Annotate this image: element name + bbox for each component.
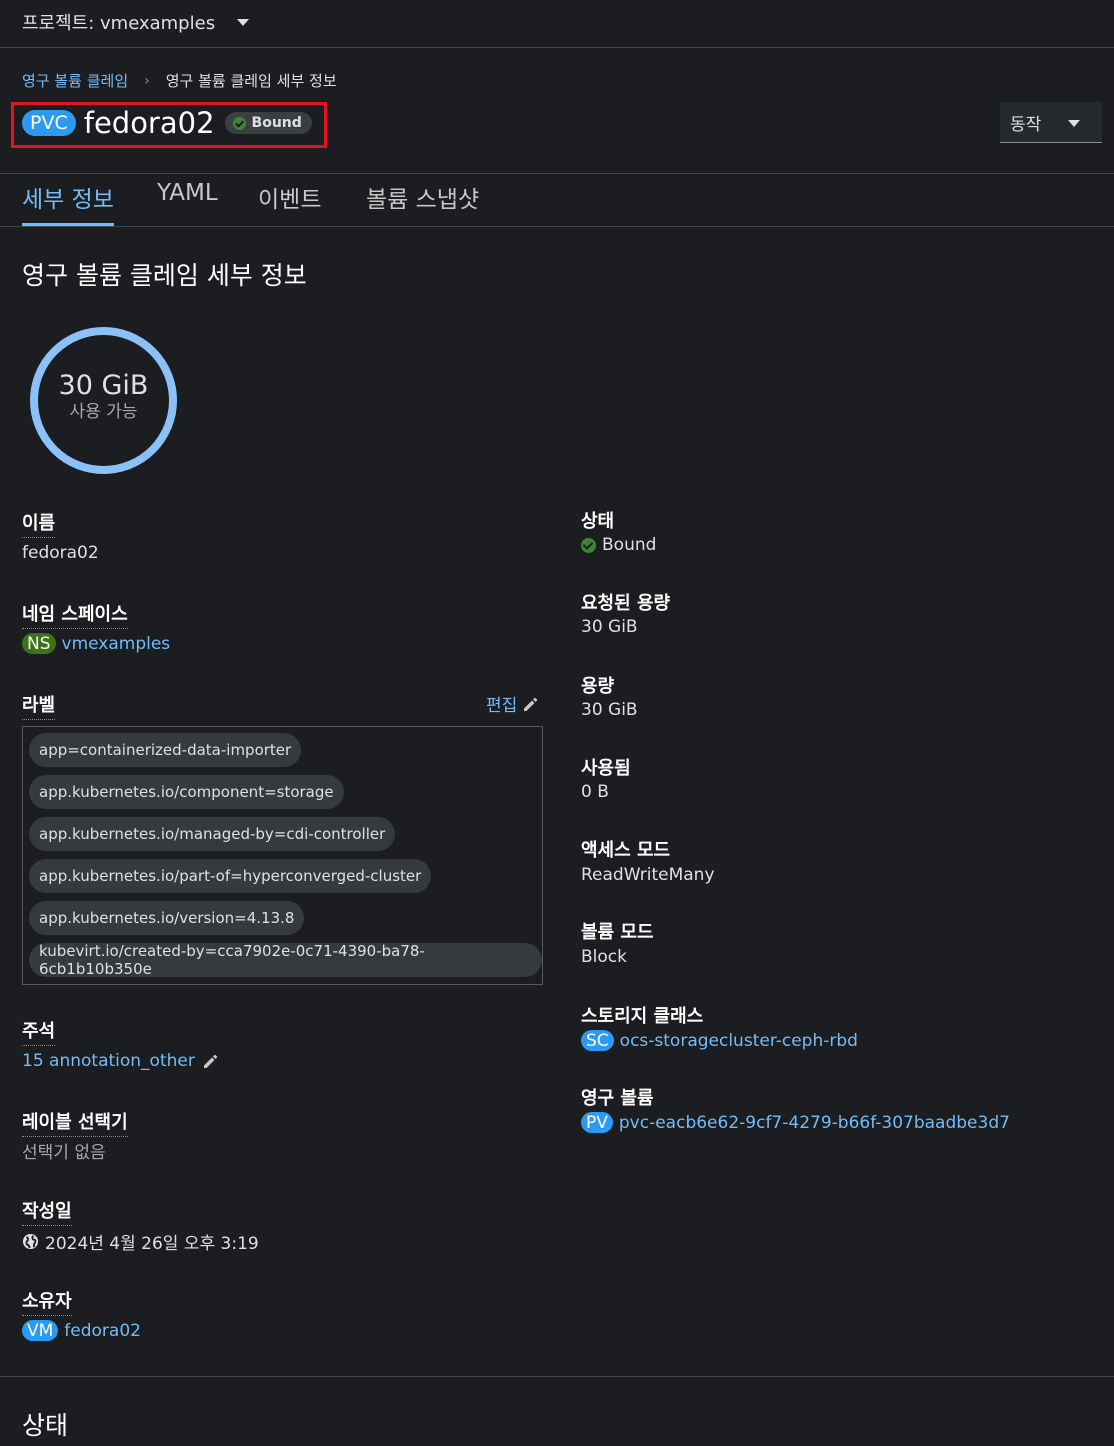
annotations-value: 15 annotation_other bbox=[22, 1051, 219, 1071]
breadcrumb-current: 영구 볼륨 클레임 세부 정보 bbox=[165, 72, 337, 90]
annotations-edit-link[interactable]: 15 annotation_other bbox=[22, 1051, 195, 1071]
namespace-term: 네임 스페이스 bbox=[22, 600, 128, 629]
check-circle-icon bbox=[232, 116, 246, 130]
section-title: 영구 볼륨 클레임 세부 정보 bbox=[22, 261, 307, 290]
status-value: Bound bbox=[581, 535, 656, 555]
label-chip: kubevirt.io/created-by=cca7902e-0c71-439… bbox=[29, 942, 542, 978]
labels-term: 라벨 bbox=[22, 691, 56, 720]
tab-details[interactable]: 세부 정보 bbox=[22, 180, 114, 226]
tab-volume-snapshots[interactable]: 볼륨 스냅샷 bbox=[366, 180, 479, 226]
owner-value: VM fedora02 bbox=[22, 1320, 141, 1341]
resource-kind-badge: PVC bbox=[22, 110, 76, 136]
breadcrumb-separator-icon: › bbox=[144, 72, 150, 89]
namespace-value: NS vmexamples bbox=[22, 633, 170, 654]
status-badge: Bound bbox=[224, 112, 312, 134]
label-chip: app.kubernetes.io/version=4.13.8 bbox=[29, 901, 305, 935]
persistent-volume-link[interactable]: pvc-eacb6e62-9cf7-4279-b66f-307baadbe3d7 bbox=[619, 1113, 1010, 1133]
label-chip: app.kubernetes.io/part-of=hyperconverged… bbox=[29, 859, 432, 893]
storage-class-badge: SC bbox=[581, 1030, 614, 1051]
name-term: 이름 bbox=[22, 509, 56, 538]
caret-down-icon bbox=[1068, 120, 1080, 127]
status-section-title: 상태 bbox=[22, 1411, 69, 1440]
requested-capacity-value: 30 GiB bbox=[581, 617, 638, 637]
storage-class-value: SC ocs-storagecluster-ceph-rbd bbox=[581, 1030, 858, 1051]
name-value: fedora02 bbox=[22, 543, 99, 563]
status-term: 상태 bbox=[581, 511, 615, 532]
owner-term: 소유자 bbox=[22, 1287, 72, 1316]
created-date: 2024년 4월 26일 오후 3:19 bbox=[45, 1234, 259, 1254]
tab-bar: 세부 정보 YAML 이벤트 볼륨 스냅샷 bbox=[0, 173, 1114, 227]
label-selector-term: 레이블 선택기 bbox=[22, 1108, 128, 1137]
project-selector[interactable]: 프로젝트: vmexamples bbox=[22, 8, 250, 36]
created-term: 작성일 bbox=[22, 1197, 72, 1226]
breadcrumb: 영구 볼륨 클레임 › 영구 볼륨 클레임 세부 정보 bbox=[22, 70, 337, 91]
storage-class-term: 스토리지 클래스 bbox=[581, 1006, 704, 1027]
label-chip: app=containerized-data-importer bbox=[29, 733, 302, 767]
status-value-label: Bound bbox=[602, 535, 657, 555]
access-mode-term: 액세스 모드 bbox=[581, 840, 671, 861]
pencil-icon bbox=[203, 1054, 218, 1068]
tab-yaml[interactable]: YAML bbox=[157, 180, 218, 226]
volume-mode-term: 볼륨 모드 bbox=[581, 922, 654, 943]
used-term: 사용됨 bbox=[581, 758, 631, 779]
check-circle-icon bbox=[581, 537, 596, 553]
owner-link[interactable]: fedora02 bbox=[64, 1321, 141, 1341]
project-bar: 프로젝트: vmexamples bbox=[0, 0, 1114, 48]
created-value: 2024년 4월 26일 오후 3:19 bbox=[22, 1229, 259, 1254]
annotations-term: 주석 bbox=[22, 1017, 56, 1046]
namespace-link[interactable]: vmexamples bbox=[62, 634, 171, 654]
label-chip: app.kubernetes.io/managed-by=cdi-control… bbox=[29, 817, 396, 851]
edit-labels-button[interactable]: 편집 bbox=[486, 691, 539, 716]
persistent-volume-badge: PV bbox=[581, 1112, 613, 1133]
label-selector-value: 선택기 없음 bbox=[22, 1143, 106, 1163]
capacity-term: 용량 bbox=[581, 676, 615, 697]
project-selector-label: 프로젝트: vmexamples bbox=[22, 13, 216, 34]
namespace-badge: NS bbox=[22, 633, 56, 654]
status-badge-label: Bound bbox=[251, 115, 302, 131]
labels-list: app=containerized-data-importer app.kube… bbox=[22, 726, 543, 985]
label-chip: app.kubernetes.io/component=storage bbox=[29, 775, 344, 809]
page-title: fedora02 bbox=[83, 106, 215, 140]
page-title-row: PVC fedora02 Bound bbox=[22, 104, 312, 142]
caret-down-icon bbox=[237, 18, 250, 26]
tab-events[interactable]: 이벤트 bbox=[258, 180, 321, 226]
storage-class-link[interactable]: ocs-storagecluster-ceph-rbd bbox=[620, 1031, 858, 1051]
volume-mode-value: Block bbox=[581, 947, 627, 967]
requested-capacity-term: 요청된 용량 bbox=[581, 593, 671, 614]
capacity-value: 30 GiB bbox=[581, 700, 638, 720]
breadcrumb-link-pvc-list[interactable]: 영구 볼륨 클레임 bbox=[22, 70, 128, 91]
actions-dropdown-label: 동작 bbox=[1010, 114, 1042, 135]
edit-labels-label: 편집 bbox=[486, 696, 518, 716]
persistent-volume-term: 영구 볼륨 bbox=[581, 1088, 654, 1109]
persistent-volume-value: PV pvc-eacb6e62-9cf7-4279-b66f-307baadbe… bbox=[581, 1112, 1010, 1133]
section-divider bbox=[0, 1376, 1114, 1377]
access-mode-value: ReadWriteMany bbox=[581, 865, 715, 885]
actions-dropdown-button[interactable]: 동작 bbox=[1000, 102, 1102, 143]
globe-icon bbox=[22, 1233, 39, 1250]
pencil-icon bbox=[524, 697, 538, 711]
owner-kind-badge: VM bbox=[22, 1320, 59, 1341]
used-value: 0 B bbox=[581, 782, 609, 802]
donut-label: 사용 가능 bbox=[69, 402, 138, 422]
